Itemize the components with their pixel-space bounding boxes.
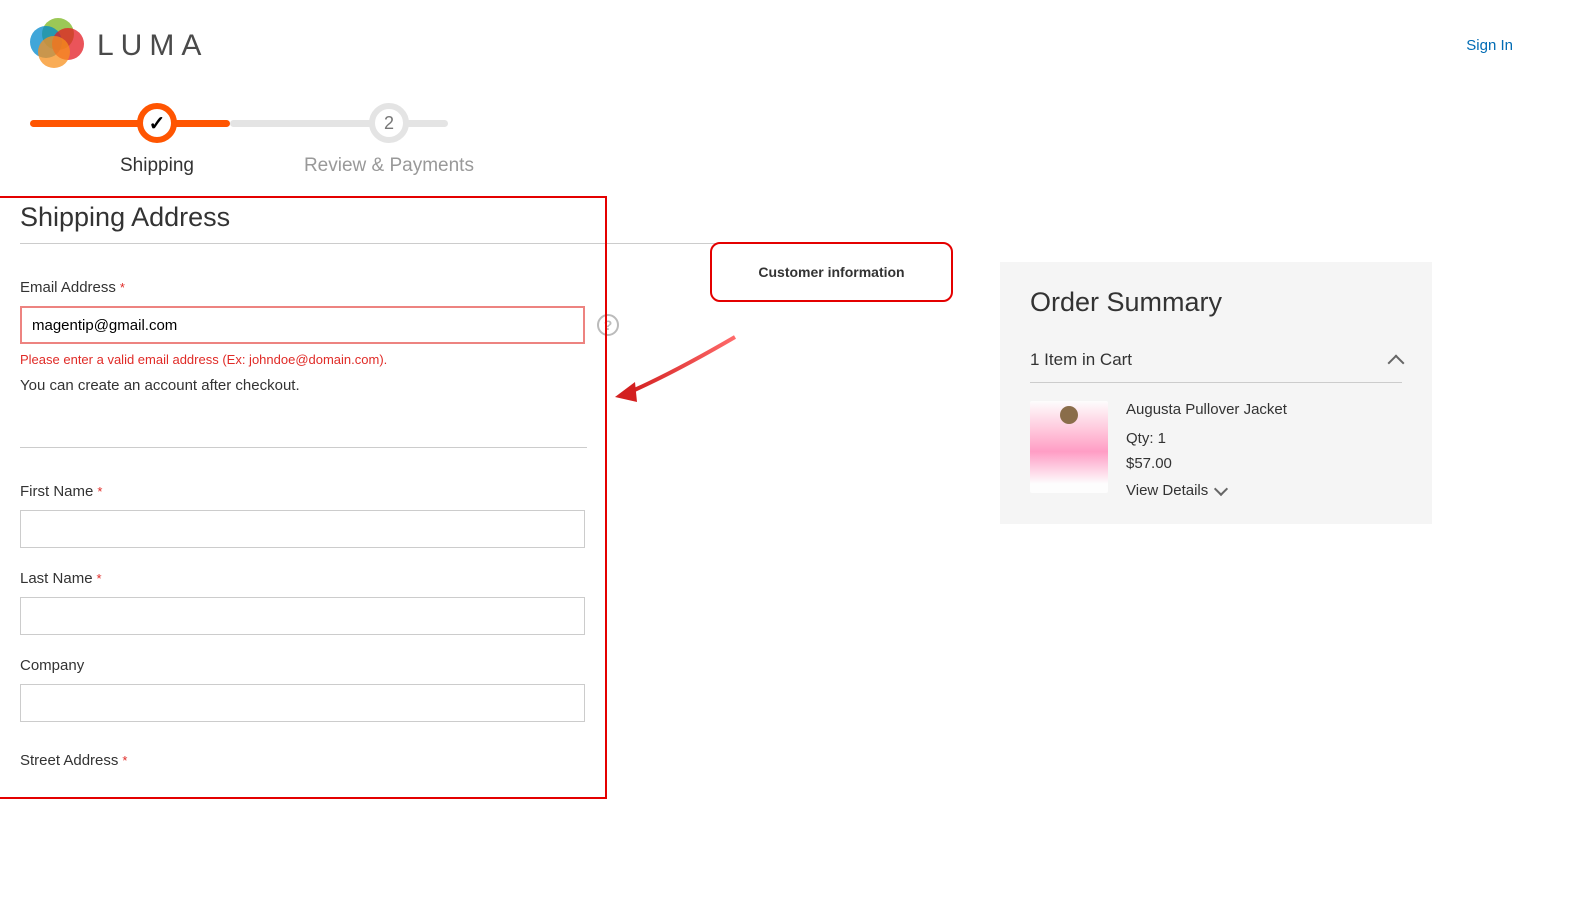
cart-item: Augusta Pullover Jacket Qty: 1 $57.00 Vi… xyxy=(1030,401,1402,499)
item-price: $57.00 xyxy=(1126,455,1402,472)
item-name: Augusta Pullover Jacket xyxy=(1126,401,1402,418)
company-label: Company xyxy=(20,657,940,674)
logo[interactable]: LUMA xyxy=(30,18,208,73)
required-mark: * xyxy=(97,484,102,499)
email-help-text: You can create an account after checkout… xyxy=(20,377,940,394)
street-label: Street Address* xyxy=(20,752,940,769)
step-shipping-circle xyxy=(137,103,177,143)
required-mark: * xyxy=(97,571,102,586)
step-review[interactable]: 2 Review & Payments xyxy=(304,103,474,177)
chevron-up-icon xyxy=(1388,355,1405,372)
step-review-circle: 2 xyxy=(369,103,409,143)
required-mark: * xyxy=(120,280,125,295)
order-summary-title: Order Summary xyxy=(1030,287,1402,318)
shipping-address-title: Shipping Address xyxy=(20,202,940,244)
step-review-label: Review & Payments xyxy=(304,155,474,177)
help-icon[interactable]: ? xyxy=(597,314,619,336)
logo-text: LUMA xyxy=(97,29,208,63)
cart-items-toggle[interactable]: 1 Item in Cart xyxy=(1030,338,1402,383)
annotation-callout: Customer information xyxy=(710,242,953,302)
signin-link[interactable]: Sign In xyxy=(1466,37,1513,54)
firstname-label: First Name* xyxy=(20,483,940,500)
check-icon xyxy=(149,111,166,136)
required-mark: * xyxy=(122,753,127,768)
lastname-label: Last Name* xyxy=(20,570,940,587)
step-shipping-label: Shipping xyxy=(120,155,194,177)
step-shipping[interactable]: Shipping xyxy=(120,103,194,177)
lastname-input[interactable] xyxy=(20,597,585,635)
item-thumbnail xyxy=(1030,401,1108,493)
email-input[interactable] xyxy=(20,306,585,344)
firstname-input[interactable] xyxy=(20,510,585,548)
company-input[interactable] xyxy=(20,684,585,722)
logo-mark-icon xyxy=(30,18,85,73)
item-qty: Qty: 1 xyxy=(1126,430,1402,447)
email-error-text: Please enter a valid email address (Ex: … xyxy=(20,352,940,367)
form-divider xyxy=(20,447,587,448)
cart-count-text: 1 Item in Cart xyxy=(1030,350,1132,370)
view-details-toggle[interactable]: View Details xyxy=(1126,482,1402,499)
chevron-down-icon xyxy=(1214,481,1228,495)
